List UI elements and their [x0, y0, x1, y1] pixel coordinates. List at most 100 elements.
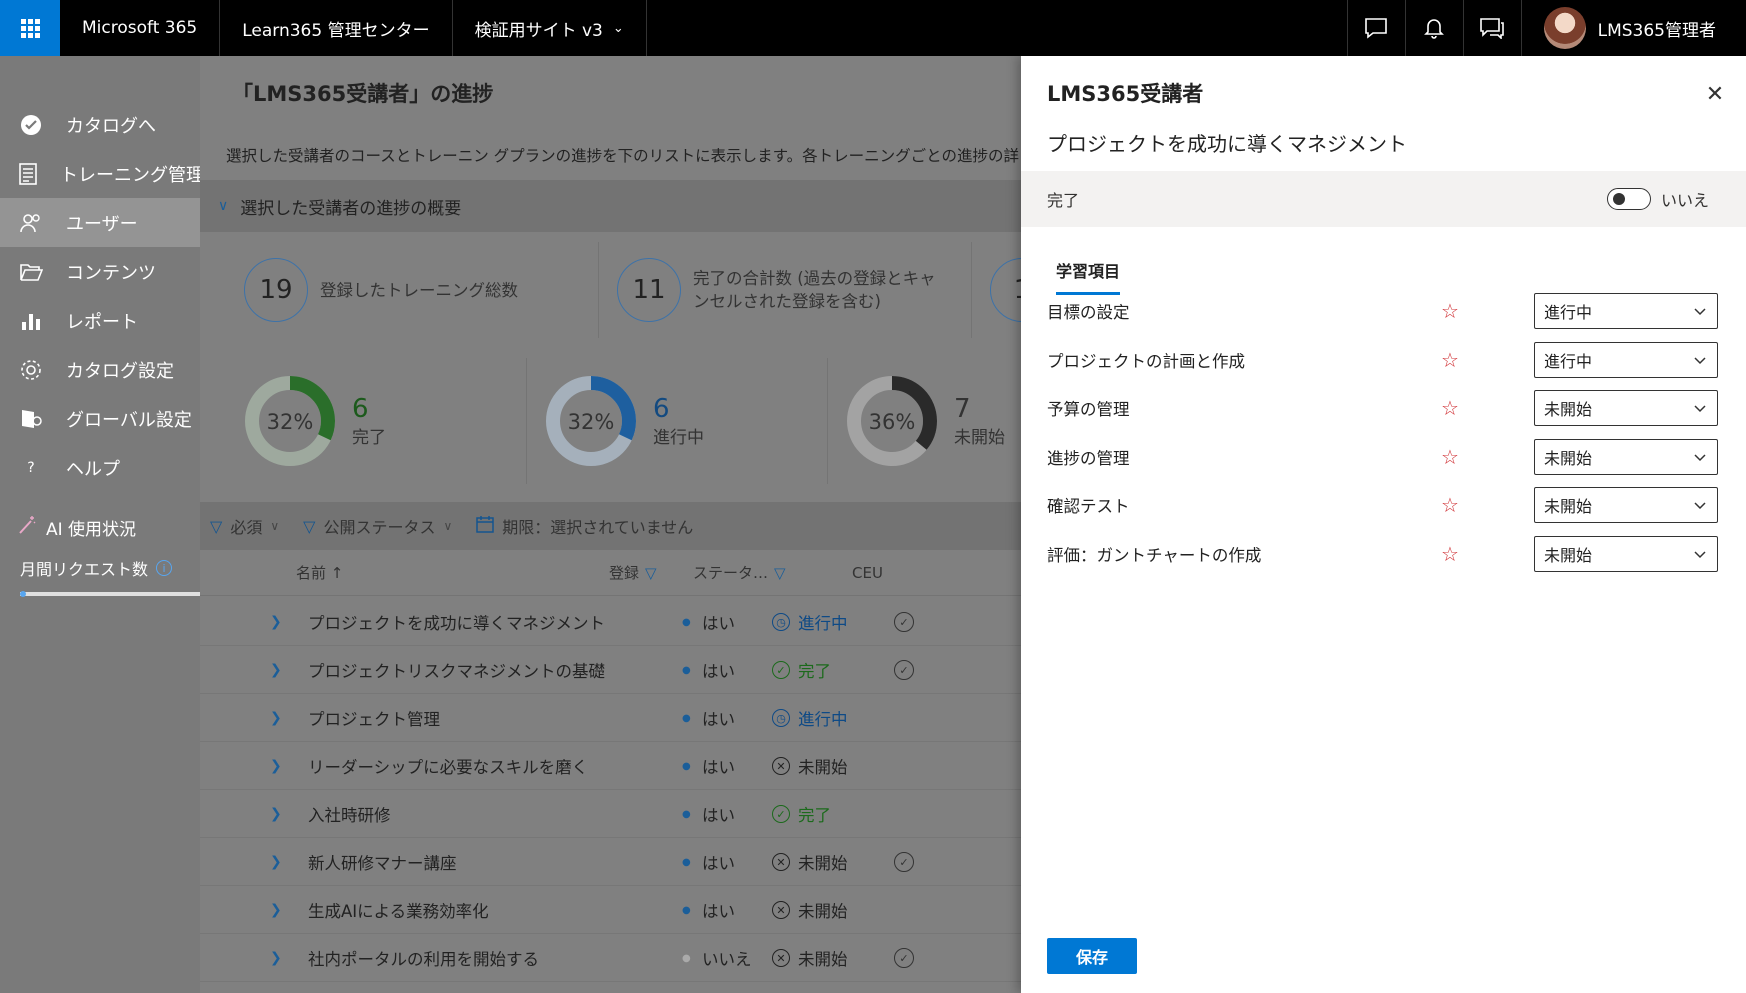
check-circle-icon	[18, 112, 44, 138]
registration-dot-icon: ●	[682, 856, 691, 868]
stat-cards: 19 登録したトレーニング総数 11 完了の合計数 (過去の登録とキャ ンセルさ…	[226, 242, 1021, 338]
x-circle-icon: ✕	[772, 901, 790, 919]
app-title[interactable]: Learn365 管理センター	[220, 0, 453, 56]
star-icon[interactable]: ☆	[1441, 390, 1459, 426]
column-registered[interactable]: 登録 ▽	[609, 562, 657, 583]
training-name: 入社時研修	[308, 806, 391, 825]
learning-item-status-dropdown[interactable]: 未開始	[1534, 390, 1718, 426]
kpi-label: 完了	[352, 427, 386, 448]
user-menu[interactable]: LMS365管理者	[1520, 0, 1746, 56]
star-icon[interactable]: ☆	[1441, 439, 1459, 475]
status-badge: ◷ 進行中	[772, 694, 848, 742]
column-status[interactable]: ステータ… ▽	[693, 562, 786, 583]
table-row[interactable]: ❯ 新人研修マナー講座 ● はい ✕ 未開始 ✓	[200, 838, 1021, 886]
calendar-icon	[476, 515, 494, 537]
learning-item-status-dropdown[interactable]: 進行中	[1534, 293, 1718, 329]
kpi-percent: 32%	[568, 410, 615, 434]
filter-label: 期限：選択されていません	[502, 518, 694, 537]
chevron-right-icon[interactable]: ❯	[270, 742, 282, 790]
sidebar-item-content[interactable]: コンテンツ	[0, 247, 200, 296]
save-button[interactable]: 保存	[1047, 938, 1137, 974]
star-icon[interactable]: ☆	[1441, 342, 1459, 378]
chevron-right-icon[interactable]: ❯	[270, 598, 282, 646]
learning-item-status-dropdown[interactable]: 未開始	[1534, 536, 1718, 572]
gear-icon	[18, 357, 44, 383]
close-icon[interactable]: ✕	[1701, 80, 1729, 108]
sidebar-item-catalog-settings[interactable]: カタログ設定	[0, 345, 200, 394]
filter-due-date[interactable]: 期限：選択されていません	[476, 514, 693, 538]
table-row[interactable]: ❯ 入社時研修 ● はい ✓ 完了	[200, 790, 1021, 838]
completion-toggle[interactable]	[1607, 188, 1651, 210]
table-row[interactable]: ❯ プロジェクトを成功に導くマネジメント ● はい ◷ 進行中 ✓	[200, 598, 1021, 646]
filter-required[interactable]: ▽ 必須 ∨	[210, 514, 279, 538]
table-row[interactable]: ❯ プロジェクト管理 ● はい ◷ 進行中	[200, 694, 1021, 742]
x-circle-icon: ✕	[772, 853, 790, 871]
sidebar-item-label: レポート	[66, 311, 138, 333]
chat-icon[interactable]	[1462, 0, 1521, 56]
app-launcher-button[interactable]	[0, 0, 60, 56]
column-ceu[interactable]: CEU	[852, 564, 883, 582]
table-row[interactable]: ❯ 社内ポータルの利用を開始する ● いいえ ✕ 未開始 ✓	[200, 934, 1021, 982]
users-icon	[18, 210, 44, 236]
toggle-state-label: いいえ	[1661, 191, 1710, 210]
star-icon[interactable]: ☆	[1441, 536, 1459, 572]
learning-item-status-dropdown[interactable]: 未開始	[1534, 439, 1718, 475]
kpi-count: 6	[352, 393, 369, 424]
monthly-requests: 月間リクエスト数 i	[0, 556, 200, 580]
registration-value: はい	[702, 758, 735, 777]
table-row[interactable]: ❯ 生成AIによる業務効率化 ● はい ✕ 未開始	[200, 886, 1021, 934]
learning-item-row: 評価：ガントチャートの作成 ☆ 未開始	[1021, 536, 1746, 572]
panel-title: LMS365受講者	[1047, 82, 1204, 106]
summary-collapse-header[interactable]: ∨ 選択した受講者の進捗の概要	[200, 180, 1021, 232]
stat-card-completed-total: 11 完了の合計数 (過去の登録とキャ ンセルされた登録を含む)	[599, 242, 972, 338]
training-name: 社内ポータルの利用を開始する	[308, 950, 539, 969]
chevron-right-icon[interactable]: ❯	[270, 886, 282, 934]
sidebar-item-global-settings[interactable]: グローバル設定	[0, 394, 200, 443]
chevron-down-icon	[1693, 449, 1707, 468]
tab-learning-items[interactable]: 学習項目	[1056, 258, 1121, 295]
column-name[interactable]: 名前 ↑	[296, 562, 343, 583]
star-icon[interactable]: ☆	[1441, 487, 1459, 523]
registration-dot-icon: ●	[682, 760, 691, 772]
table-row[interactable]: ❯ プロジェクトリスクマネジメントの基礎 ● はい ✓ 完了 ✓	[200, 646, 1021, 694]
ai-usage-link[interactable]: AI 使用状況	[0, 512, 200, 542]
feedback-icon[interactable]	[1346, 0, 1405, 56]
registration-dot-icon: ●	[682, 712, 691, 724]
avatar	[1543, 7, 1586, 49]
sidebar-item-reports[interactable]: レポート	[0, 296, 200, 345]
training-name: 新人研修マナー講座	[308, 854, 457, 873]
site-selector[interactable]: 検証用サイト v3 ⌄	[453, 0, 647, 56]
sidebar: カタログへ トレーニング管理 ユーザー コンテンツ レポート カタログ設定 グロ…	[0, 56, 200, 993]
sidebar-item-training[interactable]: トレーニング管理	[0, 149, 200, 198]
learning-item-status-dropdown[interactable]: 進行中	[1534, 342, 1718, 378]
learning-item-row: 予算の管理 ☆ 未開始	[1021, 390, 1746, 426]
star-icon[interactable]: ☆	[1441, 293, 1459, 329]
dropdown-value: 未開始	[1544, 546, 1593, 565]
learning-item-status-dropdown[interactable]: 未開始	[1534, 487, 1718, 523]
chevron-right-icon[interactable]: ❯	[270, 790, 282, 838]
info-icon[interactable]: i	[156, 560, 173, 576]
sidebar-item-help[interactable]: ? ヘルプ	[0, 443, 200, 492]
chevron-right-icon[interactable]: ❯	[270, 694, 282, 742]
dropdown-value: 進行中	[1544, 352, 1593, 371]
chevron-right-icon[interactable]: ❯	[270, 934, 282, 982]
monthly-requests-label: 月間リクエスト数	[20, 560, 149, 579]
completion-row: 完了 いいえ	[1021, 171, 1746, 227]
sidebar-item-label: グローバル設定	[66, 409, 192, 431]
training-name: プロジェクトを成功に導くマネジメント	[308, 614, 605, 633]
learning-item-name: 進捗の管理	[1047, 449, 1130, 468]
chevron-down-icon	[1693, 303, 1707, 322]
kpi-donut: 32%	[245, 376, 335, 466]
chevron-right-icon[interactable]: ❯	[270, 838, 282, 886]
panel-subtitle: プロジェクトを成功に導くマネジメント	[1047, 132, 1407, 156]
sidebar-item-users[interactable]: ユーザー	[0, 198, 200, 247]
bell-icon[interactable]	[1404, 0, 1463, 56]
chevron-right-icon[interactable]: ❯	[270, 646, 282, 694]
brand-link[interactable]: Microsoft 365	[60, 0, 221, 56]
sidebar-item-catalog[interactable]: カタログへ	[0, 100, 200, 149]
kpi-card-completed: 32% 6 完了	[226, 358, 527, 484]
table-row[interactable]: ❯ リーダーシップに必要なスキルを磨く ● はい ✕ 未開始	[200, 742, 1021, 790]
filter-publish-status[interactable]: ▽ 公開ステータス ∨	[303, 514, 452, 538]
dropdown-value: 未開始	[1544, 497, 1593, 516]
page-description: 選択した受講者のコースとトレーニン グプランの進捗を下のリストに表示します。各ト…	[226, 147, 1019, 165]
